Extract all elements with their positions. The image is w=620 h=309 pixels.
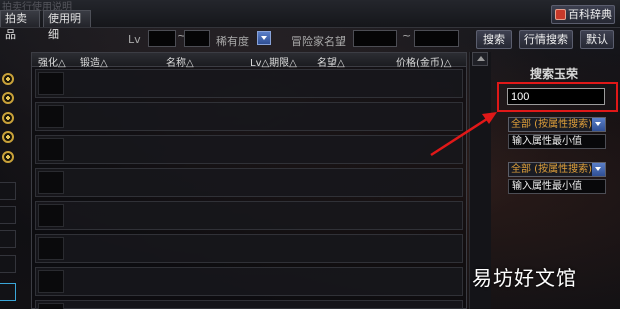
col-enhance[interactable]: 强化△	[38, 54, 66, 69]
watermark: 易坊好文馆	[472, 266, 577, 290]
zoom-icon[interactable]	[2, 73, 14, 85]
table-row[interactable]	[35, 201, 463, 230]
encyclopedia-button[interactable]: 百科辞典	[551, 5, 615, 24]
table-header: 强化△ 锻造△ 名称△ Lv△期限△ 名望△ 价格(金币)△	[32, 53, 466, 69]
top-bar: 拍卖行使用说明 拍卖品 使用明细 百科辞典	[0, 0, 620, 41]
table-row[interactable]	[35, 135, 463, 164]
lv-min-input[interactable]	[148, 30, 176, 47]
fame-max-input[interactable]	[414, 30, 459, 47]
item-slot	[38, 204, 64, 227]
zoom-icon[interactable]	[2, 92, 14, 104]
col-name[interactable]: 名称△	[166, 54, 194, 69]
fame-min-input[interactable]	[353, 30, 397, 47]
col-fame[interactable]: 名望△	[317, 54, 345, 69]
attribute-select-label: 全部 (按属性搜索)	[511, 119, 592, 130]
table-row[interactable]	[35, 267, 463, 296]
item-slot	[38, 72, 64, 95]
panel-title: 搜索玉荣	[530, 67, 579, 81]
table-row[interactable]	[35, 168, 463, 197]
table-row[interactable]	[35, 102, 463, 131]
col-price[interactable]: 价格(金币)△	[396, 54, 452, 69]
item-slot	[38, 138, 64, 161]
fame-separator: ~	[402, 29, 412, 42]
left-slot[interactable]	[0, 182, 16, 200]
table-row[interactable]	[35, 234, 463, 263]
item-slot	[38, 303, 64, 309]
table-row[interactable]	[35, 300, 463, 309]
item-slot	[38, 237, 64, 260]
market-search-button[interactable]: 行情搜索	[519, 30, 573, 49]
left-slot[interactable]	[0, 206, 16, 224]
table-row[interactable]	[35, 69, 463, 98]
item-slot	[38, 171, 64, 194]
left-strip	[0, 50, 20, 309]
filter-row: Lv ~ 稀有度 冒险家名望 ~ 搜索 行情搜索 默认	[0, 28, 620, 50]
lv-label: Lv	[128, 33, 141, 46]
highlight-box	[497, 82, 618, 112]
chevron-down-icon	[592, 163, 605, 176]
col-forge[interactable]: 锻造△	[80, 54, 108, 69]
lv-max-input[interactable]	[184, 30, 210, 47]
left-slot-selected[interactable]	[0, 283, 16, 301]
tab-auction-items[interactable]: 拍卖品	[0, 10, 40, 41]
book-icon	[555, 9, 566, 20]
rarity-label: 稀有度	[216, 35, 249, 48]
attribute-select-label: 全部 (按属性搜索)	[511, 164, 592, 175]
search-button[interactable]: 搜索	[476, 30, 512, 49]
zoom-icon[interactable]	[2, 131, 14, 143]
tab-usage-details[interactable]: 使用明细	[43, 10, 91, 41]
left-slot[interactable]	[0, 230, 16, 248]
attribute-select-2[interactable]: 全部 (按属性搜索)	[508, 162, 606, 177]
zoom-icon[interactable]	[2, 112, 14, 124]
adventurer-fame-label: 冒险家名望	[291, 35, 346, 48]
attribute-min-input-2[interactable]: 输入属性最小值	[508, 179, 606, 194]
attribute-min-input-1[interactable]: 输入属性最小值	[508, 134, 606, 149]
encyclopedia-label: 百科辞典	[568, 8, 612, 21]
chevron-down-icon	[592, 118, 605, 131]
attribute-select-1[interactable]: 全部 (按属性搜索)	[508, 117, 606, 132]
item-slot	[38, 105, 64, 128]
col-lv-duration[interactable]: Lv△期限△	[250, 54, 297, 69]
rarity-dropdown-icon[interactable]	[257, 31, 271, 45]
item-slot	[38, 270, 64, 293]
left-slot[interactable]	[0, 255, 16, 273]
zoom-icon[interactable]	[2, 151, 14, 163]
results-table: 强化△ 锻造△ 名称△ Lv△期限△ 名望△ 价格(金币)△	[31, 52, 467, 309]
default-button[interactable]: 默认	[580, 30, 614, 49]
scroll-up-arrow-icon[interactable]	[472, 52, 488, 66]
